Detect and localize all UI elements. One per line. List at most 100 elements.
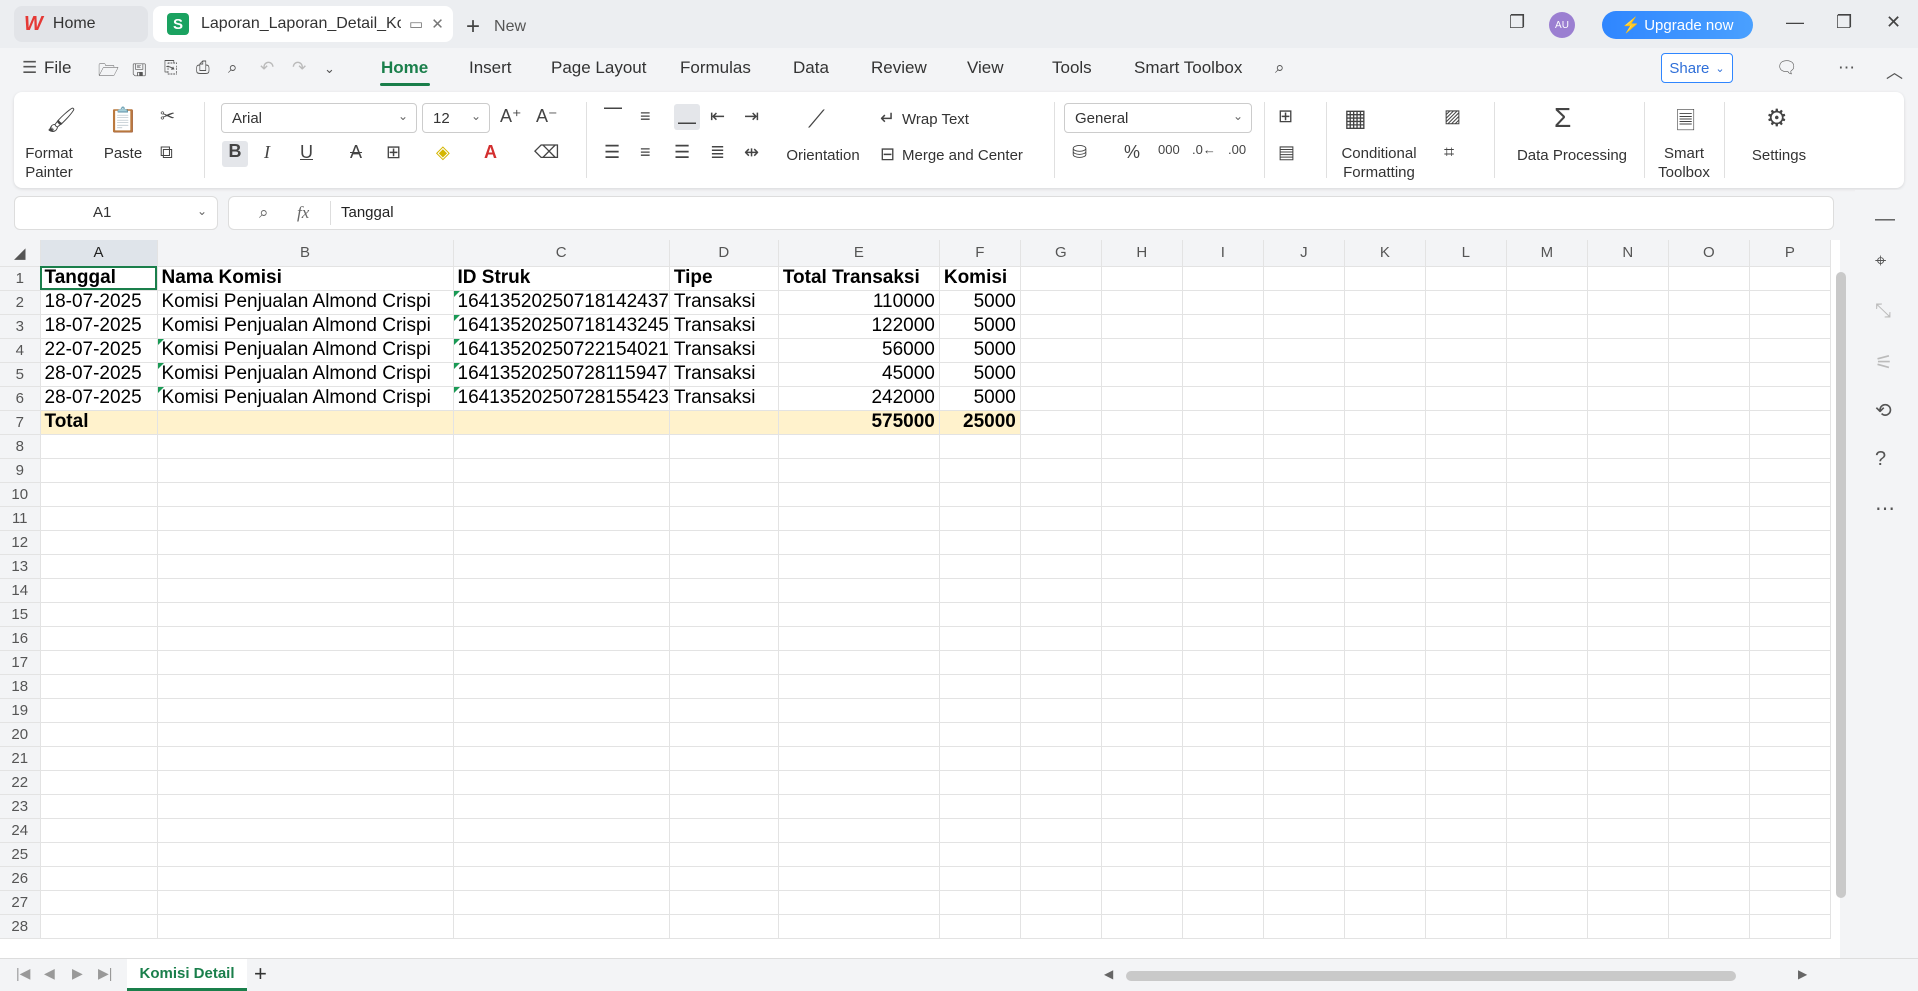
add-sheet-icon[interactable]: + <box>254 961 267 987</box>
comment-icon[interactable]: 🗨 <box>1776 58 1798 78</box>
redo-icon[interactable]: ↷ <box>292 58 306 78</box>
spreadsheet-grid[interactable]: ◢ A B C D E F G H I J K L M N O P 1 Tangg… <box>0 240 1840 958</box>
cell-a22[interactable] <box>40 770 158 795</box>
cell-f8[interactable] <box>939 434 1021 459</box>
sheet-row[interactable]: 16 <box>0 626 1831 651</box>
cell-a16[interactable] <box>40 626 158 651</box>
cell-g12[interactable] <box>1020 530 1102 555</box>
cell-i21[interactable] <box>1182 746 1264 771</box>
cell-a19[interactable] <box>40 698 158 723</box>
cell-p10[interactable] <box>1749 482 1831 507</box>
cell-l26[interactable] <box>1425 866 1507 891</box>
sheet-row[interactable]: 13 <box>0 554 1831 579</box>
cell-d22[interactable] <box>669 770 779 795</box>
cell-m14[interactable] <box>1506 578 1588 603</box>
cell-d8[interactable] <box>669 434 779 459</box>
cell-o17[interactable] <box>1668 650 1750 675</box>
column-header-g[interactable]: G <box>1020 240 1102 267</box>
cell-d6[interactable]: Transaksi <box>669 386 779 411</box>
underline-icon[interactable]: U <box>300 142 313 163</box>
format-painter-button[interactable]: Format Painter <box>24 144 74 182</box>
cell-n4[interactable] <box>1587 338 1669 363</box>
cell-i25[interactable] <box>1182 842 1264 867</box>
cell-a9[interactable] <box>40 458 158 483</box>
cell-l21[interactable] <box>1425 746 1507 771</box>
cell-c23[interactable] <box>453 794 670 819</box>
cell-e12[interactable] <box>778 530 940 555</box>
cell-n23[interactable] <box>1587 794 1669 819</box>
currency-icon[interactable]: ⛁ <box>1072 142 1087 163</box>
cell-o2[interactable] <box>1668 290 1750 315</box>
cell-i24[interactable] <box>1182 818 1264 843</box>
row-header[interactable]: 25 <box>0 842 41 867</box>
cell-f5[interactable]: 5000 <box>939 362 1021 387</box>
cell-l13[interactable] <box>1425 554 1507 579</box>
row-header[interactable]: 20 <box>0 722 41 747</box>
cell-o9[interactable] <box>1668 458 1750 483</box>
row-header[interactable]: 11 <box>0 506 41 531</box>
cell-a7[interactable]: Total <box>40 410 158 435</box>
cell-e18[interactable] <box>778 674 940 699</box>
row-header[interactable]: 17 <box>0 650 41 675</box>
cell-c8[interactable] <box>453 434 670 459</box>
cell-e25[interactable] <box>778 842 940 867</box>
cell-d7[interactable] <box>669 410 779 435</box>
increase-decimal-icon[interactable]: .0← <box>1192 142 1216 157</box>
row-header[interactable]: 9 <box>0 458 41 483</box>
cell-n1[interactable] <box>1587 266 1669 291</box>
cell-n7[interactable] <box>1587 410 1669 435</box>
row-header[interactable]: 4 <box>0 338 41 363</box>
last-sheet-icon[interactable]: ▶| <box>98 965 112 982</box>
cell-d13[interactable] <box>669 554 779 579</box>
cell-h5[interactable] <box>1101 362 1183 387</box>
cell-m5[interactable] <box>1506 362 1588 387</box>
cell-h19[interactable] <box>1101 698 1183 723</box>
sheet-row[interactable]: 14 <box>0 578 1831 603</box>
cell-h6[interactable] <box>1101 386 1183 411</box>
cell-l14[interactable] <box>1425 578 1507 603</box>
cell-o18[interactable] <box>1668 674 1750 699</box>
cell-a2[interactable]: 18-07-2025 <box>40 290 158 315</box>
cell-a11[interactable] <box>40 506 158 531</box>
align-left-icon[interactable]: ☰ <box>604 142 620 163</box>
cell-g9[interactable] <box>1020 458 1102 483</box>
sheet-row[interactable]: 17 <box>0 650 1831 675</box>
cell-e10[interactable] <box>778 482 940 507</box>
print-preview-icon[interactable]: ⌕ <box>228 58 238 78</box>
cell-p8[interactable] <box>1749 434 1831 459</box>
cell-o10[interactable] <box>1668 482 1750 507</box>
cell-p9[interactable] <box>1749 458 1831 483</box>
cell-a12[interactable] <box>40 530 158 555</box>
cell-j19[interactable] <box>1263 698 1345 723</box>
close-tab-icon[interactable]: ✕ <box>431 15 444 33</box>
cell-l16[interactable] <box>1425 626 1507 651</box>
cell-l3[interactable] <box>1425 314 1507 339</box>
cell-b6[interactable]: Komisi Penjualan Almond Crispi <box>157 386 454 411</box>
cell-d16[interactable] <box>669 626 779 651</box>
cell-i9[interactable] <box>1182 458 1264 483</box>
cell-j17[interactable] <box>1263 650 1345 675</box>
cell-h10[interactable] <box>1101 482 1183 507</box>
cell-k22[interactable] <box>1344 770 1426 795</box>
cell-f7[interactable]: 25000 <box>939 410 1021 435</box>
cell-k28[interactable] <box>1344 914 1426 939</box>
cell-g8[interactable] <box>1020 434 1102 459</box>
vertical-scrollbar[interactable] <box>1836 272 1846 898</box>
cell-i19[interactable] <box>1182 698 1264 723</box>
cell-o14[interactable] <box>1668 578 1750 603</box>
cell-g6[interactable] <box>1020 386 1102 411</box>
cell-k10[interactable] <box>1344 482 1426 507</box>
cell-l6[interactable] <box>1425 386 1507 411</box>
cell-k17[interactable] <box>1344 650 1426 675</box>
cell-c25[interactable] <box>453 842 670 867</box>
settings-button[interactable]: Settings <box>1744 146 1814 165</box>
cell-h9[interactable] <box>1101 458 1183 483</box>
cell-n14[interactable] <box>1587 578 1669 603</box>
cell-g28[interactable] <box>1020 914 1102 939</box>
sheet-row[interactable]: 5 28-07-2025 Komisi Penjualan Almond Crisp… <box>0 362 1831 387</box>
cell-h24[interactable] <box>1101 818 1183 843</box>
cell-k26[interactable] <box>1344 866 1426 891</box>
column-header-i[interactable]: I <box>1182 240 1264 267</box>
cell-j18[interactable] <box>1263 674 1345 699</box>
row-header[interactable]: 2 <box>0 290 41 315</box>
